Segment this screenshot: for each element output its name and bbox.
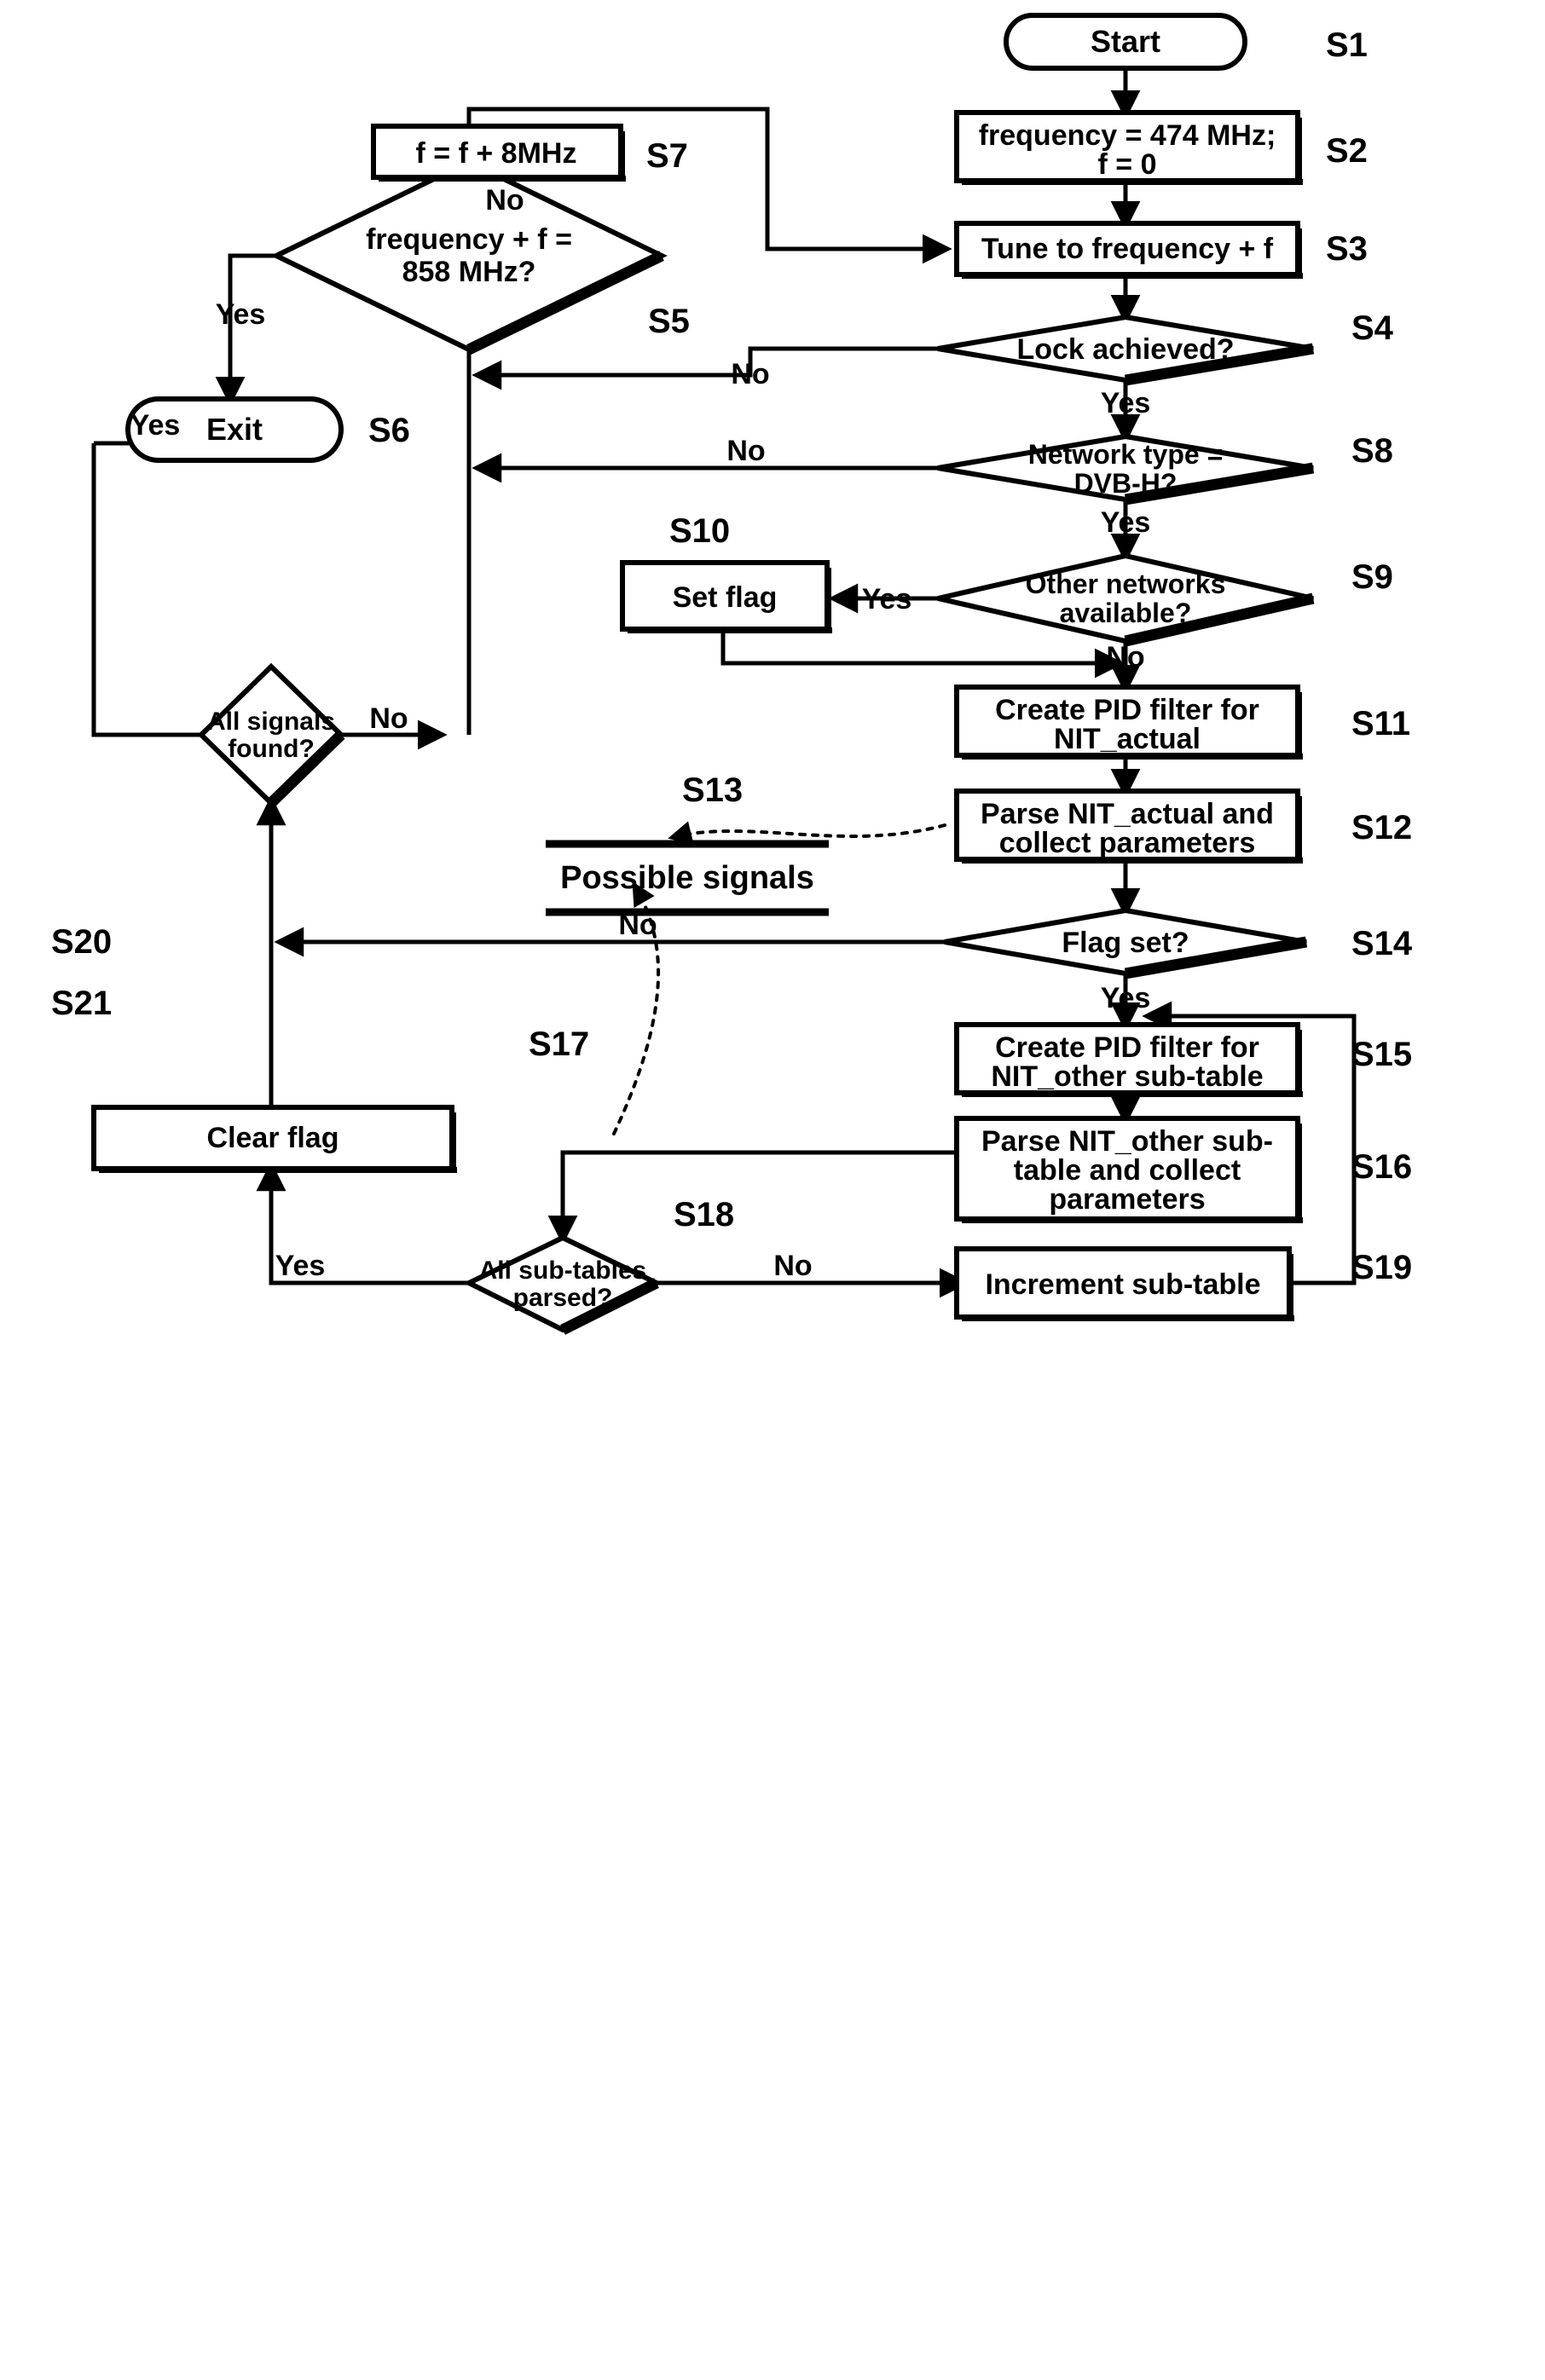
node-possible-signals[interactable]: Possible signals: [546, 840, 829, 916]
node-create-pid-actual-line2: NIT_actual: [1054, 723, 1201, 755]
edge-label-s14-no: No: [618, 909, 657, 941]
edge-label-s5-no: No: [485, 184, 524, 217]
flowchart-svg: Start S1 frequency = 474 MHz; f = 0 S2 T…: [51, 13, 1413, 1335]
node-set-frequency-line1: frequency = 474 MHz;: [979, 119, 1276, 152]
edge-s16-s18: [547, 1150, 962, 1245]
edge-label-s18-no: No: [773, 1250, 812, 1282]
node-increment-frequency-label: f = f + 8MHz: [416, 137, 577, 170]
node-network-type-line1: Network type =: [1028, 439, 1224, 470]
node-set-flag-label: Set flag: [673, 581, 778, 614]
node-flag-set-label: Flag set?: [1062, 927, 1189, 959]
node-other-networks-line1: Other networks: [1026, 569, 1226, 599]
node-parse-nit-actual-line2: collect parameters: [999, 827, 1256, 859]
step-label-s1: S1: [1326, 26, 1368, 64]
node-create-pid-actual[interactable]: Create PID filter for NIT_actual: [954, 685, 1303, 760]
node-set-flag[interactable]: Set flag: [620, 560, 832, 633]
node-other-networks[interactable]: Other networks available?: [937, 552, 1315, 647]
step-label-s20: S20: [51, 923, 112, 961]
edge-label-s14-yes: Yes: [1101, 982, 1151, 1014]
edge-label-all-signals-no: No: [369, 702, 408, 735]
node-parse-nit-other-line1: Parse NIT_other sub-: [981, 1125, 1273, 1158]
node-all-signals-found[interactable]: All signals found?: [197, 662, 345, 807]
edge-label-s8-no: No: [726, 435, 765, 467]
node-other-networks-line2: available?: [1060, 598, 1192, 628]
node-clear-flag-label: Clear flag: [207, 1122, 339, 1154]
node-set-frequency[interactable]: frequency = 474 MHz; f = 0: [954, 110, 1303, 185]
step-label-s16: S16: [1351, 1148, 1412, 1186]
step-label-s2: S2: [1326, 132, 1368, 170]
node-set-frequency-line2: f = 0: [1098, 148, 1157, 181]
node-all-signals-found-line1: All signals: [207, 708, 335, 736]
node-parse-nit-other[interactable]: Parse NIT_other sub- table and collect p…: [954, 1116, 1303, 1223]
edge-s13-annotation: [668, 821, 946, 845]
step-label-s10: S10: [669, 512, 730, 550]
edge-label-s5-yes: Yes: [216, 298, 266, 331]
node-frequency-limit-line2: 858 MHz?: [402, 256, 536, 288]
edge-label-s9-yes: Yes: [862, 583, 912, 615]
flowchart-canvas: Start S1 frequency = 474 MHz; f = 0 S2 T…: [0, 0, 1545, 2380]
step-label-s21: S21: [51, 985, 112, 1022]
step-label-s7: S7: [646, 137, 688, 175]
edge-label-all-signals-yes: Yes: [130, 409, 181, 442]
node-parse-nit-actual-line1: Parse NIT_actual and: [981, 798, 1274, 830]
node-increment-subtable[interactable]: Increment sub-table: [954, 1246, 1294, 1321]
node-start-label: Start: [1091, 24, 1160, 59]
node-parse-nit-actual[interactable]: Parse NIT_actual and collect parameters: [954, 789, 1303, 864]
node-create-pid-other-line1: Create PID filter for: [995, 1031, 1259, 1064]
node-flag-set[interactable]: Flag set?: [944, 907, 1308, 979]
node-lock-achieved-label: Lock achieved?: [1016, 333, 1234, 366]
node-frequency-limit[interactable]: frequency + f = 858 MHz?: [270, 159, 668, 355]
node-lock-achieved[interactable]: Lock achieved?: [937, 314, 1315, 386]
node-create-pid-other-line2: NIT_other sub-table: [991, 1060, 1263, 1093]
node-all-subtables-parsed-line2: parsed?: [513, 1284, 613, 1312]
step-label-s5: S5: [648, 303, 690, 340]
node-all-signals-found-line2: found?: [228, 735, 315, 763]
edge-label-s4-yes: Yes: [1101, 387, 1151, 419]
node-tune[interactable]: Tune to frequency + f: [954, 221, 1303, 279]
step-label-s12: S12: [1351, 809, 1412, 846]
node-parse-nit-other-line3: parameters: [1049, 1183, 1205, 1216]
edge-s10-to-junction: [720, 629, 1125, 679]
node-create-pid-actual-line1: Create PID filter for: [995, 694, 1259, 726]
step-label-s11: S11: [1351, 705, 1410, 742]
edge-label-s8-yes: Yes: [1101, 506, 1151, 539]
node-tune-label: Tune to frequency + f: [981, 233, 1274, 265]
step-label-s6: S6: [368, 412, 410, 449]
step-label-s17: S17: [529, 1025, 589, 1063]
edge-allsignals-yes-exit: [91, 452, 201, 737]
edge-label-s18-yes: Yes: [275, 1250, 326, 1282]
step-label-s15: S15: [1351, 1036, 1412, 1073]
node-all-subtables-parsed[interactable]: All sub-tables parsed?: [463, 1234, 663, 1335]
node-clear-flag[interactable]: Clear flag: [91, 1105, 457, 1173]
node-network-type-line2: DVB-H?: [1074, 468, 1178, 499]
node-possible-signals-label: Possible signals: [560, 860, 814, 896]
node-exit-label: Exit: [206, 412, 263, 447]
step-label-s3: S3: [1326, 230, 1368, 268]
node-all-subtables-parsed-line1: All sub-tables: [479, 1256, 647, 1285]
step-label-s14: S14: [1351, 925, 1413, 962]
node-increment-subtable-label: Increment sub-table: [985, 1268, 1260, 1301]
node-create-pid-other[interactable]: Create PID filter for NIT_other sub-tabl…: [954, 1022, 1303, 1097]
step-label-s9: S9: [1351, 558, 1393, 596]
node-frequency-limit-line1: frequency + f =: [366, 223, 572, 256]
edge-label-s4-no: No: [731, 358, 769, 390]
step-label-s19: S19: [1351, 1249, 1412, 1286]
node-increment-frequency[interactable]: f = f + 8MHz: [371, 124, 626, 182]
step-label-s13: S13: [682, 771, 743, 809]
step-label-s18: S18: [674, 1196, 734, 1233]
edge-label-s9-no: No: [1106, 641, 1144, 673]
node-parse-nit-other-line2: table and collect: [1014, 1154, 1241, 1187]
step-label-s4: S4: [1351, 309, 1394, 347]
step-label-s8: S8: [1351, 432, 1393, 470]
node-network-type[interactable]: Network type = DVB-H?: [937, 433, 1315, 505]
node-start[interactable]: Start: [1004, 13, 1247, 71]
